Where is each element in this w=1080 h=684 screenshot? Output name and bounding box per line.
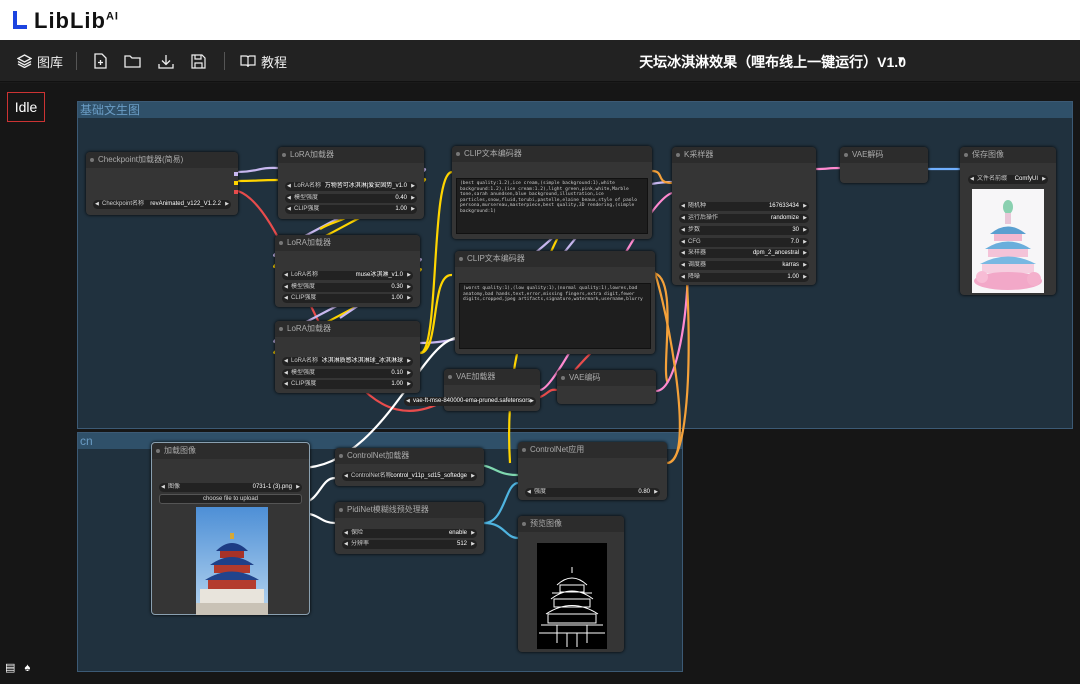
- node-pidinet-preprocessor[interactable]: PidiNet模糊线预处理器 保险enable 分辨率512: [335, 502, 484, 554]
- book-icon: [240, 55, 256, 68]
- node-title: LoRA加载器: [275, 321, 420, 337]
- download-icon: [158, 54, 174, 69]
- model-strength-slider[interactable]: 模型强度0.40: [285, 194, 417, 203]
- save-icon: [191, 53, 206, 69]
- save-button[interactable]: [191, 51, 206, 71]
- node-title: PidiNet模糊线预处理器: [335, 502, 484, 518]
- steps-field[interactable]: 步数30: [679, 226, 809, 235]
- menubar: 图库 教程 天坛冰淇淋效果（哩布线上一键运行）V1.0 ▼: [0, 40, 1080, 82]
- node-title: CLIP文本编码器: [452, 146, 652, 162]
- download-button[interactable]: [158, 51, 174, 71]
- seed-field[interactable]: 随机种167633434: [679, 202, 809, 211]
- lora-name-combo[interactable]: LoRA名称muse冰淇淋_v1.0: [282, 271, 413, 280]
- strength-slider[interactable]: 强度0.80: [525, 488, 660, 497]
- node-title: CLIP文本编码器: [455, 251, 655, 267]
- model-strength-slider[interactable]: 模型强度0.10: [282, 369, 413, 378]
- lora-name-combo[interactable]: LoRA名称冰淇淋质感冰淇淋球_冰淇淋球: [282, 357, 413, 366]
- light-icon[interactable]: ♠: [24, 662, 30, 674]
- node-lora-loader[interactable]: LoRA加载器 LoRA名称万物皆可冰淇淋|爱安固势_v1.0 模型强度0.40…: [278, 147, 424, 219]
- workflow-dropdown-icon[interactable]: ▼: [896, 55, 906, 66]
- brand-bar: LibLibAI: [0, 0, 1080, 40]
- node-title: VAE加载器: [444, 369, 540, 385]
- clip-strength-slider[interactable]: CLIP强度1.00: [282, 294, 413, 303]
- brand-name: LibLibAI: [34, 8, 119, 33]
- liblib-logo-icon: [13, 11, 29, 29]
- gallery-label: 图库: [37, 54, 64, 70]
- node-controlnet-apply[interactable]: ControlNet应用 强度0.80: [518, 442, 667, 500]
- status-idle-indicator: Idle: [7, 92, 45, 122]
- node-title: LoRA加载器: [278, 147, 424, 163]
- filename-prefix-field[interactable]: 文件名前缀ComfyUI: [968, 175, 1048, 184]
- softedge-preview-image: [537, 543, 607, 649]
- node-lora-loader[interactable]: LoRA加载器 LoRA名称muse冰淇淋_v1.0 模型强度0.30 CLIP…: [275, 235, 420, 307]
- lora-name-combo[interactable]: LoRA名称万物皆可冰淇淋|爱安固势_v1.0: [285, 182, 417, 191]
- tutorial-label: 教程: [261, 54, 288, 70]
- node-canvas[interactable]: 基础文生图 cn Idle Checkpoint加载器(简易) Checkpoi…: [0, 83, 1080, 684]
- workflow-title[interactable]: 天坛冰淇淋效果（哩布线上一键运行）V1.0: [639, 52, 906, 72]
- node-title: 预览图像: [518, 516, 624, 532]
- node-load-image[interactable]: 加载图像 图像0731-1 (3).png choose file to upl…: [151, 442, 310, 615]
- node-vae-loader[interactable]: VAE加载器 vae-ft-mse-840000-ema-pruned.safe…: [404, 369, 540, 411]
- denoise-field[interactable]: 降噪1.00: [679, 273, 809, 282]
- node-clip-text-encode-negative[interactable]: CLIP文本编码器 (worst quality:1),(low quality…: [455, 251, 655, 354]
- scheduler-combo[interactable]: 调度器karras: [679, 261, 809, 270]
- negative-prompt-textarea[interactable]: (worst quality:1),(low quality:1),(norma…: [459, 283, 651, 349]
- controlnet-name-combo[interactable]: ControlNet名称control_v11p_sd15_softedge: [342, 472, 477, 481]
- sampler-combo[interactable]: 采样器dpm_2_ancestral: [679, 249, 809, 258]
- node-title: Checkpoint加载器(简易): [86, 152, 238, 168]
- new-workflow-button[interactable]: [93, 51, 107, 71]
- resolution-field[interactable]: 分辨率512: [342, 540, 477, 549]
- gallery-button[interactable]: 图库: [17, 51, 63, 71]
- node-checkpoint-loader[interactable]: Checkpoint加载器(简易) Checkpoint名称revAnimate…: [86, 152, 238, 215]
- node-title: VAE编码: [557, 370, 656, 386]
- clip-strength-slider[interactable]: CLIP强度1.00: [285, 205, 417, 214]
- positive-prompt-textarea[interactable]: (best quality:1.2),ice cream,(simple bac…: [456, 178, 648, 234]
- safe-combo[interactable]: 保险enable: [342, 529, 477, 538]
- tutorial-button[interactable]: 教程: [240, 51, 287, 71]
- clip-strength-slider[interactable]: CLIP强度1.00: [282, 380, 413, 389]
- toolbar-divider: [224, 52, 225, 70]
- image-select-combo[interactable]: 图像0731-1 (3).png: [159, 483, 302, 492]
- note-icon[interactable]: ▤: [5, 662, 15, 674]
- toolbar-divider: [76, 52, 77, 70]
- model-strength-slider[interactable]: 模型强度0.30: [282, 283, 413, 292]
- temple-of-heaven-photo: [196, 507, 268, 615]
- generated-ice-cream-temple-image: [972, 189, 1044, 293]
- node-clip-text-encode-positive[interactable]: CLIP文本编码器 (best quality:1.2),ice cream,(…: [452, 146, 652, 239]
- node-vae-decode[interactable]: VAE解码: [840, 147, 928, 183]
- bottom-tools: ▤ ♠: [5, 661, 30, 674]
- node-title: 保存图像: [960, 147, 1056, 163]
- node-title: K采样器: [672, 147, 816, 163]
- upload-button[interactable]: choose file to upload: [159, 494, 302, 504]
- cfg-field[interactable]: CFG7.0: [679, 238, 809, 247]
- control-after-generate-combo[interactable]: 运行后操作randomize: [679, 214, 809, 223]
- node-vae-encode[interactable]: VAE编码: [557, 370, 656, 404]
- node-title: ControlNet应用: [518, 442, 667, 458]
- open-folder-button[interactable]: [124, 51, 141, 71]
- node-ksampler[interactable]: K采样器 随机种167633434 运行后操作randomize 步数30 CF…: [672, 147, 816, 285]
- node-save-image[interactable]: 保存图像 文件名前缀ComfyUI: [960, 147, 1056, 295]
- layers-icon: [17, 54, 32, 68]
- vae-name-combo[interactable]: vae-ft-mse-840000-ema-pruned.safetensors: [404, 397, 536, 406]
- node-preview-image[interactable]: 预览图像: [518, 516, 624, 652]
- new-file-icon: [94, 53, 107, 69]
- node-title: VAE解码: [840, 147, 928, 163]
- node-title: ControlNet加载器: [335, 448, 484, 464]
- node-title: LoRA加载器: [275, 235, 420, 251]
- node-controlnet-loader[interactable]: ControlNet加载器 ControlNet名称control_v11p_s…: [335, 448, 484, 486]
- node-title: 加载图像: [152, 443, 309, 459]
- checkpoint-name-combo[interactable]: Checkpoint名称revAnimated_v122_V1.2.2: [93, 200, 231, 209]
- folder-icon: [124, 55, 141, 68]
- node-lora-loader[interactable]: LoRA加载器 LoRA名称冰淇淋质感冰淇淋球_冰淇淋球 模型强度0.10 CL…: [275, 321, 420, 393]
